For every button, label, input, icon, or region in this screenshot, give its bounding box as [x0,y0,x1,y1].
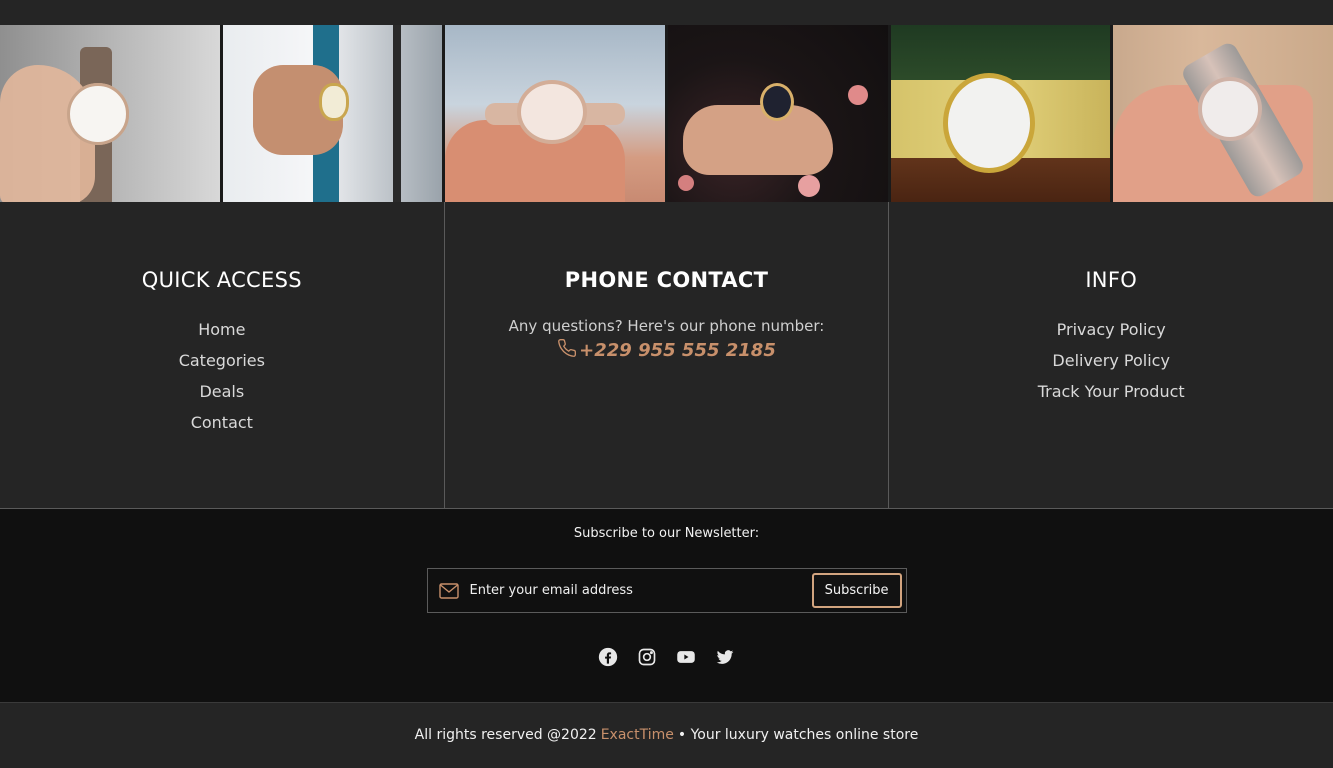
copyright-suffix: • Your luxury watches online store [677,727,919,743]
youtube-icon[interactable] [675,646,697,668]
gallery-image[interactable] [445,25,666,202]
copyright-prefix: All rights reserved @2022 [414,727,597,743]
phone-contact-text: Any questions? Here's our phone number: [508,317,825,335]
footer-columns: QUICK ACCESS Home Categories Deals Conta… [0,202,1333,509]
gallery-image[interactable] [668,25,888,202]
quick-access-title: QUICK ACCESS [141,268,302,292]
watch-face [1198,77,1263,141]
phone-number-link[interactable]: +229 955 555 2185 [557,338,776,363]
subscribe-button[interactable]: Subscribe [811,573,902,608]
brand-link[interactable]: ExactTime [601,727,674,743]
instagram-icon[interactable] [636,646,658,668]
watch-gallery [0,25,1333,202]
top-strip [0,0,1333,25]
quick-access-column: QUICK ACCESS Home Categories Deals Conta… [0,202,444,508]
footer-link-contact[interactable]: Contact [0,407,444,438]
flower [848,85,869,105]
footer-link-privacy-policy[interactable]: Privacy Policy [889,314,1333,345]
phone-contact-column: PHONE CONTACT Any questions? Here's our … [443,202,889,508]
watch-face [318,83,349,121]
twitter-icon[interactable] [714,646,736,668]
watch-face [760,83,795,121]
footer-link-delivery-policy[interactable]: Delivery Policy [889,345,1333,376]
copyright-bar: All rights reserved @2022 ExactTime • Yo… [0,703,1333,767]
newsletter-title: Subscribe to our Newsletter: [573,526,760,541]
watch-face [517,80,588,144]
watch-face [942,73,1035,173]
footer-link-deals[interactable]: Deals [0,376,444,407]
footer-link-track-product[interactable]: Track Your Product [889,376,1333,407]
phone-number: +229 955 555 2185 [579,340,776,361]
social-links [0,646,1333,668]
facebook-icon[interactable] [597,646,619,668]
phone-contact-title: PHONE CONTACT [564,268,769,292]
footer-link-home[interactable]: Home [0,314,444,345]
hand-shape [683,105,834,175]
email-input[interactable] [460,583,812,598]
newsletter-form: Subscribe [426,568,907,613]
info-column: INFO Privacy Policy Delivery Policy Trac… [888,202,1333,508]
phone-icon [557,338,577,363]
gallery-image[interactable] [0,25,220,202]
newsletter-section: Subscribe to our Newsletter: Subscribe [0,509,1333,703]
gallery-image[interactable] [1113,25,1333,202]
envelope-icon [438,581,461,601]
gallery-image[interactable] [890,25,1111,202]
gallery-image[interactable] [222,25,443,202]
footer-link-categories[interactable]: Categories [0,345,444,376]
info-title: INFO [1085,268,1138,292]
